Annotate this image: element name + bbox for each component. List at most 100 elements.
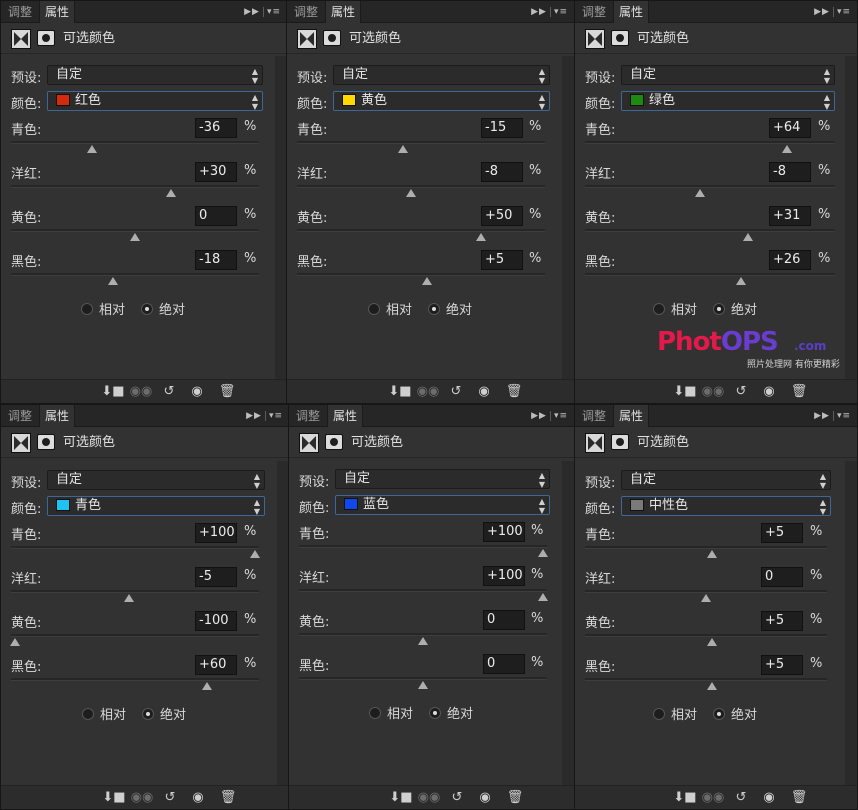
clip-to-layer-icon[interactable]: ⬇■: [101, 384, 125, 400]
yellow-slider-track[interactable]: [11, 229, 259, 232]
tab-properties[interactable]: 属性: [325, 1, 362, 23]
black-slider-thumb[interactable]: [736, 277, 747, 285]
reset-icon[interactable]: ↺: [158, 790, 182, 806]
magenta-slider-track[interactable]: [297, 185, 545, 188]
view-previous-state-icon[interactable]: ◉◉: [416, 384, 440, 400]
magenta-slider-track[interactable]: [585, 590, 827, 593]
magenta-slider-track[interactable]: [299, 589, 547, 592]
delete-trash-icon[interactable]: 🗑: [502, 384, 526, 400]
yellow-value-input[interactable]: -100: [195, 611, 237, 631]
clip-to-layer-icon[interactable]: ⬇■: [388, 384, 412, 400]
view-previous-state-icon[interactable]: ◉◉: [701, 790, 725, 806]
delete-trash-icon[interactable]: 🗑: [503, 790, 527, 806]
collapse-icon[interactable]: ▶▶: [531, 411, 547, 421]
relative-radio[interactable]: 相对: [369, 703, 413, 722]
absolute-radio[interactable]: 绝对: [428, 299, 472, 318]
cyan-slider-thumb[interactable]: [538, 549, 548, 557]
black-slider-thumb[interactable]: [202, 682, 212, 690]
magenta-slider-thumb[interactable]: [406, 189, 417, 197]
cyan-slider-track[interactable]: [299, 545, 547, 548]
yellow-slider-track[interactable]: [297, 229, 545, 232]
absolute-radio[interactable]: 绝对: [713, 704, 757, 723]
cyan-value-input[interactable]: +5: [761, 523, 803, 543]
collapse-icon[interactable]: ▶▶: [814, 411, 830, 421]
black-slider-thumb[interactable]: [422, 277, 432, 285]
tab-adjustments[interactable]: 调整: [289, 1, 323, 23]
view-previous-state-icon[interactable]: ◉◉: [417, 790, 441, 806]
black-value-input[interactable]: +5: [481, 250, 523, 270]
magenta-value-input[interactable]: +100: [483, 566, 525, 586]
layer-mask-icon[interactable]: [325, 434, 343, 450]
black-slider-thumb[interactable]: [706, 682, 717, 690]
absolute-radio[interactable]: 绝对: [429, 703, 473, 722]
layer-mask-icon[interactable]: [323, 30, 341, 46]
cyan-slider-thumb[interactable]: [86, 145, 97, 153]
absolute-radio[interactable]: 绝对: [713, 299, 757, 318]
panel-menu-icon[interactable]: ▾≡: [837, 411, 851, 421]
tab-properties[interactable]: 属性: [39, 1, 76, 23]
color-dropdown[interactable]: 中性色 ▲ ▼: [621, 496, 831, 516]
layer-mask-icon[interactable]: [611, 434, 629, 450]
collapse-icon[interactable]: ▶▶: [244, 7, 260, 17]
tab-adjustments[interactable]: 调整: [291, 405, 325, 427]
cyan-slider-thumb[interactable]: [782, 145, 793, 153]
cyan-slider-track[interactable]: [11, 141, 259, 144]
magenta-value-input[interactable]: -5: [195, 567, 237, 587]
cyan-slider-thumb[interactable]: [706, 550, 717, 558]
black-slider-track[interactable]: [11, 273, 259, 276]
panel-menu-icon[interactable]: ▾≡: [269, 411, 283, 421]
magenta-slider-track[interactable]: [11, 590, 259, 593]
yellow-slider-track[interactable]: [585, 229, 835, 232]
tab-adjustments[interactable]: 调整: [577, 405, 611, 427]
visibility-eye-icon[interactable]: ◉: [757, 790, 781, 806]
cyan-slider-track[interactable]: [297, 141, 545, 144]
clip-to-layer-icon[interactable]: ⬇■: [673, 384, 697, 400]
yellow-slider-thumb[interactable]: [476, 233, 486, 241]
yellow-value-input[interactable]: +31: [769, 206, 811, 226]
view-previous-state-icon[interactable]: ◉◉: [130, 790, 154, 806]
magenta-value-input[interactable]: +30: [195, 162, 237, 182]
tab-properties[interactable]: 属性: [613, 405, 650, 427]
preset-dropdown[interactable]: 自定 ▲ ▼: [621, 470, 831, 490]
yellow-slider-track[interactable]: [585, 634, 827, 637]
cyan-slider-track[interactable]: [585, 141, 835, 144]
cyan-value-input[interactable]: +100: [483, 522, 525, 542]
magenta-slider-thumb[interactable]: [695, 189, 706, 197]
cyan-slider-track[interactable]: [11, 546, 259, 549]
relative-radio[interactable]: 相对: [82, 704, 126, 723]
black-slider-track[interactable]: [297, 273, 545, 276]
color-dropdown[interactable]: 绿色 ▲ ▼: [621, 91, 835, 111]
reset-icon[interactable]: ↺: [444, 384, 468, 400]
magenta-slider-thumb[interactable]: [701, 594, 711, 602]
absolute-radio[interactable]: 绝对: [142, 704, 186, 723]
magenta-slider-track[interactable]: [585, 185, 835, 188]
color-dropdown[interactable]: 红色 ▲ ▼: [47, 91, 263, 111]
tab-properties[interactable]: 属性: [613, 1, 650, 23]
reset-icon[interactable]: ↺: [445, 790, 469, 806]
visibility-eye-icon[interactable]: ◉: [186, 790, 210, 806]
reset-icon[interactable]: ↺: [729, 384, 753, 400]
cyan-slider-thumb[interactable]: [398, 145, 408, 153]
scrollbar[interactable]: [845, 461, 857, 787]
tab-properties[interactable]: 属性: [327, 405, 364, 427]
black-slider-track[interactable]: [585, 273, 835, 276]
tab-adjustments[interactable]: 调整: [577, 1, 611, 23]
clip-to-layer-icon[interactable]: ⬇■: [389, 790, 413, 806]
magenta-value-input[interactable]: 0: [761, 567, 803, 587]
panel-menu-icon[interactable]: ▾≡: [554, 7, 568, 17]
preset-dropdown[interactable]: 自定 ▲ ▼: [47, 65, 263, 85]
yellow-value-input[interactable]: +50: [481, 206, 523, 226]
cyan-value-input[interactable]: +64: [769, 118, 811, 138]
black-slider-thumb[interactable]: [108, 277, 119, 285]
preset-dropdown[interactable]: 自定 ▲ ▼: [333, 65, 550, 85]
collapse-icon[interactable]: ▶▶: [246, 411, 262, 421]
visibility-eye-icon[interactable]: ◉: [472, 384, 496, 400]
black-slider-thumb[interactable]: [418, 681, 428, 689]
color-dropdown[interactable]: 蓝色 ▲ ▼: [335, 495, 550, 515]
preset-dropdown[interactable]: 自定 ▲ ▼: [47, 470, 265, 490]
clip-to-layer-icon[interactable]: ⬇■: [102, 790, 126, 806]
delete-trash-icon[interactable]: 🗑: [787, 384, 811, 400]
black-value-input[interactable]: +5: [761, 655, 803, 675]
layer-mask-icon[interactable]: [37, 30, 55, 46]
black-slider-track[interactable]: [11, 678, 259, 681]
